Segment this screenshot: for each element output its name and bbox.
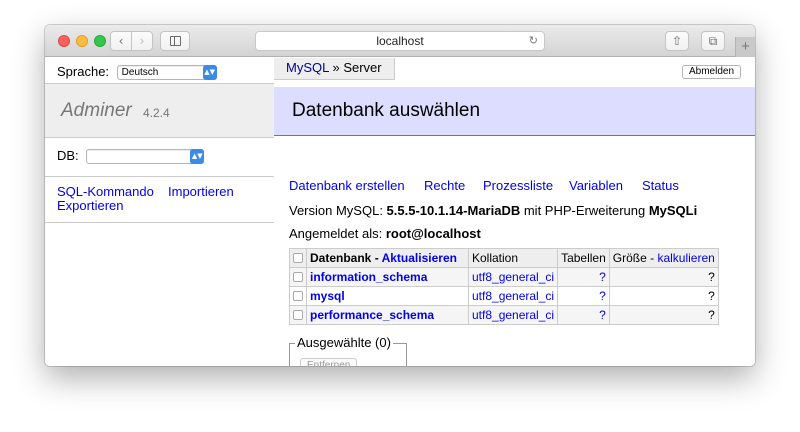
sidebar-icon [170,36,181,46]
select-arrows-icon: ▲▼ [202,65,217,81]
address-bar[interactable]: localhost ↻ [255,31,545,51]
tables-count-link[interactable]: ? [557,286,610,306]
calculate-link[interactable]: kalkulieren [657,251,714,265]
minimize-window-button[interactable] [76,35,88,47]
show-tabs-button[interactable]: ⧉ [701,31,725,51]
share-icon: ⇧ [671,34,683,48]
database-header-label: Datenbank [310,250,372,265]
database-table: Datenbank - Aktualisieren Kollation Tabe… [289,248,719,325]
row-checkbox-cell[interactable] [289,305,307,325]
language-value: Deutsch [121,67,159,79]
language-label: Sprache: [57,64,110,79]
select-all-checkbox[interactable] [293,253,303,264]
select-arrows-icon: ▲▼ [190,149,205,165]
brand-name[interactable]: Adminer [61,100,132,122]
tabs-icon: ⧉ [708,34,718,48]
status-link[interactable]: Status [642,178,679,193]
zoom-window-button[interactable] [94,35,106,47]
chevron-right-icon: › [139,34,145,48]
version-value: 5.5.5-10.1.14-MariaDB [386,203,521,218]
new-tab-button[interactable]: + [735,37,755,57]
size-value: ? [608,267,719,287]
selected-fieldset: Ausgewählte (0) Entfernen [289,335,407,366]
reload-icon[interactable]: ↻ [529,32,538,50]
address-text: localhost [376,34,424,48]
refresh-link[interactable]: Aktualisieren [382,251,457,265]
breadcrumb: MySQL » Server [274,58,395,80]
size-value: ? [608,286,719,306]
process-list-link[interactable]: Prozessliste [483,178,553,193]
divider [45,222,274,223]
db-label: DB: [57,148,79,163]
page-title: Datenbank auswählen [292,100,481,121]
sidebar-toggle-button[interactable] [160,31,190,51]
tables-count-link[interactable]: ? [557,267,610,287]
share-button[interactable]: ⇧ [665,31,689,51]
row-checkbox[interactable] [293,310,303,321]
language-select[interactable]: Deutsch ▲▼ [116,65,217,81]
title-band: Datenbank auswählen [274,87,755,136]
language-selector: Sprache: Deutsch ▲▼ [57,64,217,81]
row-checkbox-cell[interactable] [289,286,307,306]
brand-header: Adminer 4.2.4 [45,83,274,138]
table-row: performance_schema utf8_general_ci ? ? [289,305,719,325]
row-checkbox-cell[interactable] [289,267,307,287]
database-name-link[interactable]: information_schema [306,267,469,287]
collation-column-header: Kollation [467,248,559,268]
login-prefix: Angemeldet als: [289,226,386,241]
logout-button[interactable]: Abmelden [682,65,742,79]
tables-column-header: Tabellen [557,248,610,268]
size-column-header: Größe - kalkulieren [608,248,719,268]
db-selector: DB: ▲▼ [57,148,205,165]
divider [45,176,274,177]
close-window-button[interactable] [58,35,70,47]
delete-button[interactable]: Entfernen [300,358,358,366]
version-info: Version MySQL: 5.5.5-10.1.14-MariaDB mit… [289,203,697,218]
create-database-link[interactable]: Datenbank erstellen [289,178,405,193]
breadcrumb-separator: » [328,60,344,75]
brand-version: 4.2.4 [143,106,170,120]
collation-link[interactable]: utf8_general_ci [467,286,559,306]
page-content: Sprache: Deutsch ▲▼ Adminer 4.2.4 DB: ▲▼… [45,58,755,366]
size-value: ? [608,305,719,325]
variables-link[interactable]: Variablen [569,178,623,193]
select-all-cell[interactable] [289,248,307,268]
browser-window: ‹ › localhost ↻ ⇧ ⧉ + Sprache: Deutsch ▲… [45,25,755,366]
version-prefix: Version MySQL: [289,203,387,218]
chevron-left-icon: ‹ [118,34,124,48]
sql-command-link[interactable]: SQL-Kommando [57,184,154,199]
forward-button[interactable]: › [131,31,153,51]
privileges-link[interactable]: Rechte [424,178,465,193]
table-row: information_schema utf8_general_ci ? ? [289,267,719,287]
selected-legend: Ausgewählte (0) [295,335,393,350]
back-button[interactable]: ‹ [110,31,132,51]
header-dash: - [646,250,658,265]
database-name-link[interactable]: mysql [306,286,469,306]
row-checkbox[interactable] [293,272,303,283]
table-header-row: Datenbank - Aktualisieren Kollation Tabe… [289,248,719,268]
tables-count-link[interactable]: ? [557,305,610,325]
export-link[interactable]: Exportieren [57,199,123,213]
db-select[interactable]: ▲▼ [86,149,205,165]
row-checkbox[interactable] [293,291,303,302]
extension-prefix: mit PHP-Erweiterung [520,203,649,218]
collation-link[interactable]: utf8_general_ci [467,305,559,325]
title-bar: ‹ › localhost ↻ ⇧ ⧉ + [45,25,755,57]
table-row: mysql utf8_general_ci ? ? [289,286,719,306]
database-column-header: Datenbank - Aktualisieren [306,248,469,268]
extension-value: MySQLi [648,203,698,218]
header-dash: - [371,250,382,265]
login-user: root@localhost [385,226,481,241]
sidebar-links: SQL-Kommando Importieren Exportieren [57,184,267,213]
breadcrumb-current: Server [343,60,382,75]
database-name-link[interactable]: performance_schema [306,305,469,325]
plus-icon: + [741,38,750,55]
breadcrumb-link-mysql[interactable]: MySQL [286,60,329,75]
login-info: Angemeldet als: root@localhost [289,226,481,241]
import-link[interactable]: Importieren [168,185,234,199]
size-header-label: Größe [612,250,647,265]
collation-link[interactable]: utf8_general_ci [467,267,559,287]
